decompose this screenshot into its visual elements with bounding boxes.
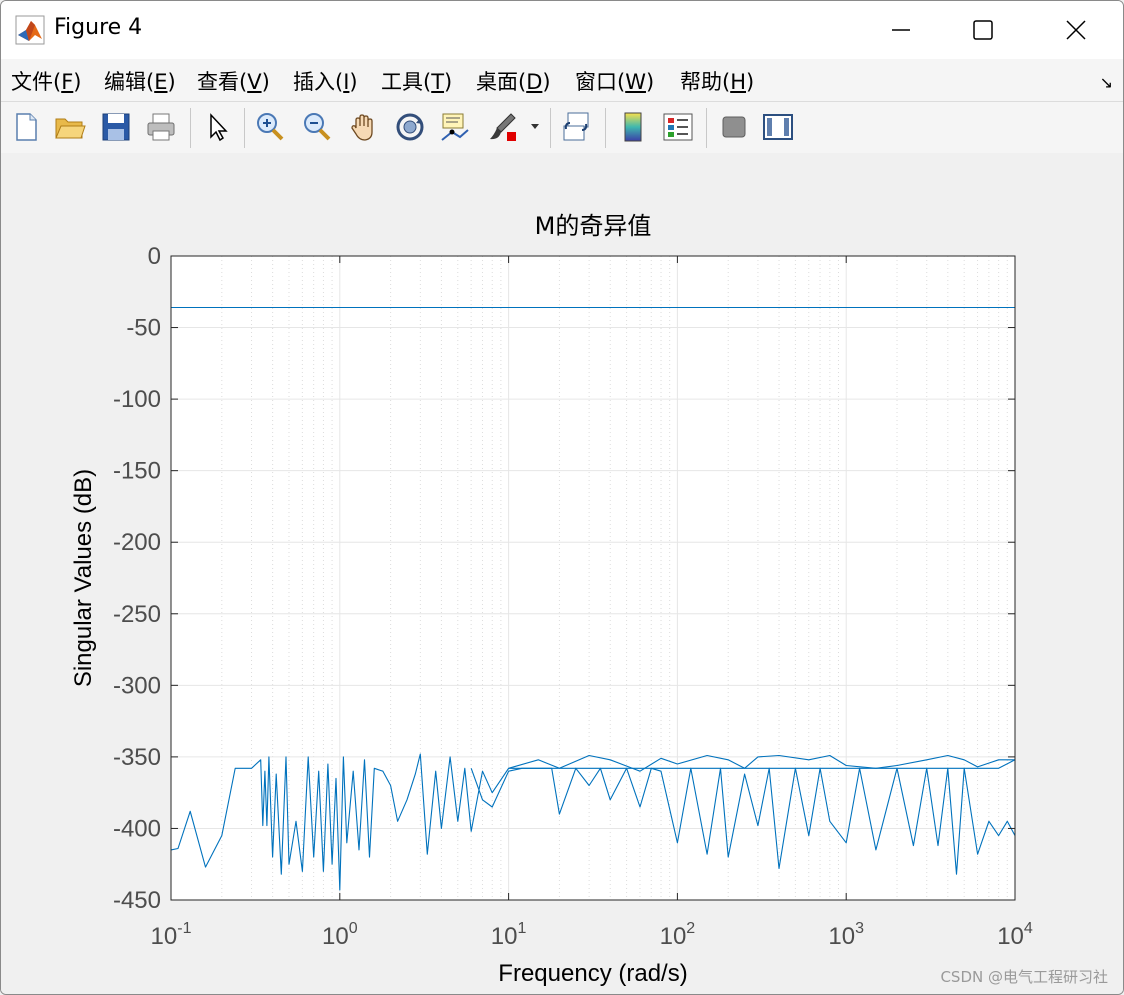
chart-title: M的奇异值 bbox=[535, 212, 652, 240]
toolbar-separator bbox=[190, 108, 191, 148]
y-tick-label: -250 bbox=[113, 601, 161, 628]
hide-plot-tools-icon[interactable] bbox=[717, 110, 751, 144]
minimize-icon bbox=[892, 29, 910, 31]
minimize-button[interactable] bbox=[861, 5, 941, 55]
y-tick-label: -350 bbox=[113, 744, 161, 771]
y-tick-label: -450 bbox=[113, 887, 161, 914]
menu-insert[interactable]: 插入(I) bbox=[293, 66, 358, 96]
link-plot-icon[interactable] bbox=[560, 110, 594, 144]
zoom-out-icon[interactable] bbox=[300, 110, 334, 144]
x-tick-label: 103 bbox=[828, 920, 864, 950]
brush-dropdown-icon[interactable] bbox=[526, 110, 544, 144]
matlab-logo-icon bbox=[15, 15, 45, 45]
y-tick-label: -50 bbox=[126, 315, 161, 342]
menu-desktop[interactable]: 桌面(D) bbox=[476, 66, 551, 96]
menu-tools[interactable]: 工具(T) bbox=[381, 66, 452, 96]
x-tick-label: 104 bbox=[997, 920, 1033, 950]
window-title: Figure 4 bbox=[54, 15, 143, 40]
x-tick-label: 102 bbox=[660, 920, 696, 950]
menu-file[interactable]: 文件(F) bbox=[11, 66, 82, 96]
select-arrow-icon[interactable] bbox=[201, 110, 235, 144]
pan-hand-icon[interactable] bbox=[347, 110, 381, 144]
y-tick-label: -200 bbox=[113, 529, 161, 556]
menu-help[interactable]: 帮助(H) bbox=[680, 66, 754, 96]
y-tick-label: -300 bbox=[113, 672, 161, 699]
save-icon[interactable] bbox=[99, 110, 133, 144]
y-tick-label: -150 bbox=[113, 458, 161, 485]
data-cursor-icon[interactable] bbox=[438, 110, 472, 144]
watermark-text: CSDN @电气工程研习社 bbox=[940, 968, 1108, 986]
y-tick-label: -400 bbox=[113, 815, 161, 842]
y-axis-label: Singular Values (dB) bbox=[70, 469, 97, 687]
close-icon bbox=[1066, 20, 1086, 40]
print-icon[interactable] bbox=[144, 110, 178, 144]
x-tick-label: 10-1 bbox=[151, 920, 192, 950]
figure-toolbar bbox=[1, 101, 1123, 154]
x-tick-label: 101 bbox=[491, 920, 527, 950]
toolbar-separator bbox=[550, 108, 551, 148]
rotate-3d-icon[interactable] bbox=[393, 110, 427, 144]
maximize-button[interactable] bbox=[943, 5, 1023, 55]
y-tick-label: -100 bbox=[113, 386, 161, 413]
zoom-in-icon[interactable] bbox=[253, 110, 287, 144]
menu-edit[interactable]: 编辑(E) bbox=[104, 66, 176, 96]
maximize-icon bbox=[973, 20, 993, 40]
show-plot-tools-icon[interactable] bbox=[761, 110, 795, 144]
open-file-icon[interactable] bbox=[53, 110, 87, 144]
y-tick-label: 0 bbox=[148, 243, 161, 270]
menu-window[interactable]: 窗口(W) bbox=[575, 66, 654, 96]
menu-view[interactable]: 查看(V) bbox=[197, 66, 270, 96]
singular-values-chart[interactable]: 10-1 100 101 102 103 104 0 -50 -100 -150 -200 -250… bbox=[0, 152, 1122, 993]
new-figure-icon[interactable] bbox=[9, 110, 43, 144]
close-button[interactable] bbox=[1036, 5, 1116, 55]
toolbar-separator bbox=[244, 108, 245, 148]
title-bar[interactable]: Figure 4 bbox=[1, 1, 1123, 59]
x-tick-label: 100 bbox=[322, 920, 358, 950]
x-axis-label: Frequency (rad/s) bbox=[498, 960, 687, 987]
brush-icon[interactable] bbox=[485, 110, 519, 144]
dock-arrow-icon[interactable]: ↘ bbox=[1100, 73, 1113, 92]
toolbar-separator bbox=[706, 108, 707, 148]
toolbar-separator bbox=[605, 108, 606, 148]
legend-icon[interactable] bbox=[661, 110, 695, 144]
menu-bar: 文件(F) 编辑(E) 查看(V) 插入(I) 工具(T) 桌面(D) 窗口(W… bbox=[1, 59, 1123, 101]
colorbar-icon[interactable] bbox=[616, 110, 650, 144]
